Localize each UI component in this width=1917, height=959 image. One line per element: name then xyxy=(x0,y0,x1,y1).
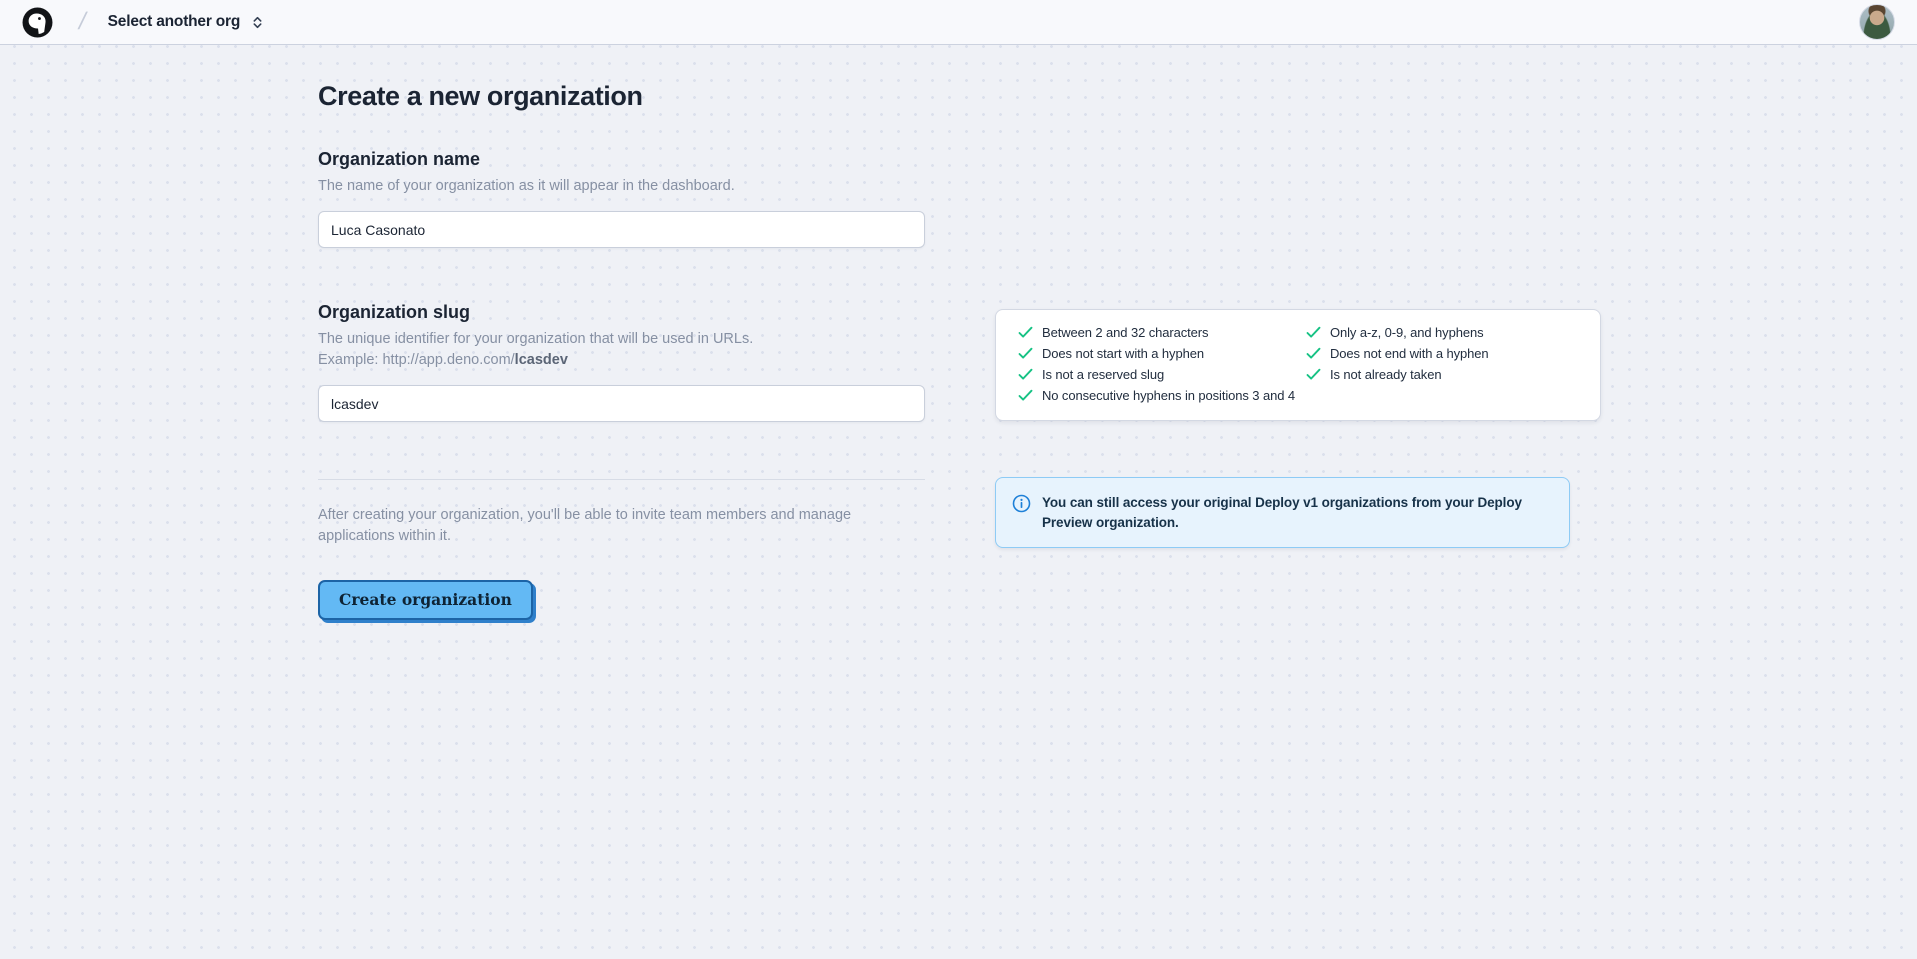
chevron-updown-icon xyxy=(250,15,265,30)
top-navigation-bar: / Select another org xyxy=(0,0,1917,45)
slug-validation-card: Between 2 and 32 characters Only a-z, 0-… xyxy=(995,309,1601,421)
example-slug-value: lcasdev xyxy=(515,352,568,368)
right-column: Between 2 and 32 characters Only a-z, 0-… xyxy=(995,81,1601,620)
validation-rule-text: Does not start with a hyphen xyxy=(1042,346,1204,361)
main-content: Create a new organization Organization n… xyxy=(0,45,1917,620)
org-name-description: The name of your organization as it will… xyxy=(318,176,925,197)
deno-logo[interactable] xyxy=(22,7,53,38)
check-icon xyxy=(1306,326,1321,339)
org-name-section: Organization name The name of your organ… xyxy=(318,149,925,248)
validation-rule: Is not a reserved slug xyxy=(1018,367,1306,382)
validation-rule: Only a-z, 0-9, and hyphens xyxy=(1306,325,1578,340)
user-avatar[interactable] xyxy=(1859,4,1895,40)
validation-rule: Is not already taken xyxy=(1306,367,1578,382)
check-icon xyxy=(1018,326,1033,339)
validation-rule: Between 2 and 32 characters xyxy=(1018,325,1306,340)
validation-rule-text: Only a-z, 0-9, and hyphens xyxy=(1330,325,1484,340)
check-icon xyxy=(1018,368,1033,381)
org-name-input[interactable] xyxy=(318,211,925,248)
validation-rule: Does not end with a hyphen xyxy=(1306,346,1578,361)
org-slug-label: Organization slug xyxy=(318,302,925,323)
validation-rule: No consecutive hyphens in positions 3 an… xyxy=(1018,388,1578,403)
deno-logo-icon xyxy=(22,7,53,38)
validation-rule-text: Does not end with a hyphen xyxy=(1330,346,1489,361)
page-title: Create a new organization xyxy=(318,81,925,112)
validation-rule-text: No consecutive hyphens in positions 3 an… xyxy=(1042,388,1295,403)
org-slug-description: The unique identifier for your organizat… xyxy=(318,329,925,350)
deploy-v1-notice: You can still access your original Deplo… xyxy=(995,477,1570,548)
org-slug-input[interactable] xyxy=(318,385,925,422)
org-name-label: Organization name xyxy=(318,149,925,170)
validation-rule: Does not start with a hyphen xyxy=(1018,346,1306,361)
org-slug-example: Example: http://app.deno.com/lcasdev xyxy=(318,350,925,371)
org-slug-section: Organization slug The unique identifier … xyxy=(318,302,925,422)
page-background: Create a new organization Organization n… xyxy=(0,45,1917,959)
check-icon xyxy=(1306,347,1321,360)
org-switcher-label: Select another org xyxy=(108,13,241,31)
example-prefix: Example: http://app.deno.com/ xyxy=(318,352,515,368)
org-switcher-button[interactable]: Select another org xyxy=(108,13,266,31)
validation-rule-text: Is not a reserved slug xyxy=(1042,367,1164,382)
check-icon xyxy=(1018,347,1033,360)
form-footer-note: After creating your organization, you'll… xyxy=(318,505,898,547)
notice-text: You can still access your original Deplo… xyxy=(1042,493,1547,532)
create-organization-button[interactable]: Create organization xyxy=(318,580,533,620)
form-divider xyxy=(318,479,925,480)
validation-rule-text: Is not already taken xyxy=(1330,367,1441,382)
validation-rule-text: Between 2 and 32 characters xyxy=(1042,325,1208,340)
info-icon xyxy=(1012,494,1031,513)
check-icon xyxy=(1306,368,1321,381)
breadcrumb-slash: / xyxy=(76,8,89,36)
check-icon xyxy=(1018,389,1033,402)
create-org-form: Create a new organization Organization n… xyxy=(318,81,925,620)
